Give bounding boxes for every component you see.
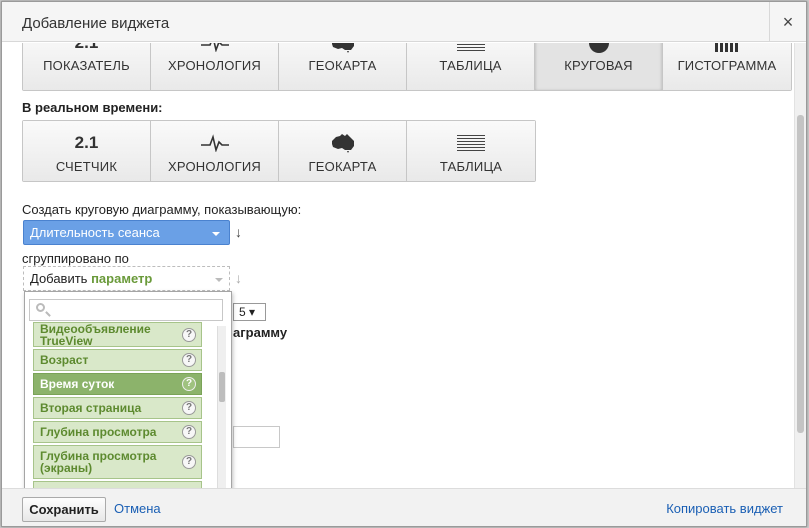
sort-arrow-icon: ↓: [235, 270, 242, 286]
search-icon: [36, 303, 45, 312]
list-item-selected[interactable]: Время суток ?: [33, 373, 202, 395]
content-scroll-thumb[interactable]: [797, 115, 804, 433]
type-table-button[interactable]: ТАБЛИЦА: [407, 43, 535, 90]
rt-timeline-button[interactable]: ХРОНОЛОГИЯ: [151, 121, 279, 181]
rt-counter-button[interactable]: 2.1 СЧЕТЧИК: [23, 121, 151, 181]
type-label: КРУГОВАЯ: [564, 58, 633, 73]
timeline-icon: [151, 132, 278, 154]
type-label: ТАБЛИЦА: [439, 159, 503, 174]
rt-table-button[interactable]: ТАБЛИЦА: [407, 121, 535, 181]
list-item[interactable]: Глубина просмотра (экраны) ?: [33, 445, 202, 479]
table-icon: [407, 43, 534, 54]
standard-widget-types: 2.1 ПОКАЗАТЕЛЬ ХРОНОЛОГИЯ ГЕОКАРТА ТАБЛИ…: [22, 43, 792, 91]
count-select-value: 5: [239, 305, 246, 319]
type-geomap-button[interactable]: ГЕОКАРТА: [279, 43, 407, 90]
dropdown-scrollbar[interactable]: [217, 326, 226, 488]
type-label: ГИСТОГРАММА: [677, 58, 777, 73]
counter-icon: 2.1: [74, 133, 99, 152]
type-timeline-button[interactable]: ХРОНОЛОГИЯ: [151, 43, 279, 90]
create-pie-label: Создать круговую диаграмму, показывающую…: [22, 202, 302, 217]
sort-arrow-icon[interactable]: ↓: [235, 224, 242, 240]
list-item[interactable]: Глубина просмотра ?: [33, 421, 202, 443]
metric-icon: 2.1: [23, 43, 150, 54]
dialog-titlebar: Добавление виджета ×: [2, 2, 806, 42]
metric-select[interactable]: Длительность сеанса: [23, 220, 230, 245]
list-item[interactable]: Видеообъявление TrueView ?: [33, 322, 202, 347]
dialog-title: Добавление виджета: [22, 15, 170, 32]
type-label: ГЕОКАРТА: [308, 58, 377, 73]
type-label: ХРОНОЛОГИЯ: [168, 58, 261, 73]
chevron-down-icon: [212, 232, 220, 236]
bar-icon: [663, 43, 791, 54]
type-label: СЧЕТЧИК: [55, 159, 118, 174]
geomap-icon: [279, 132, 406, 154]
type-label: ТАБЛИЦА: [439, 58, 502, 73]
close-icon[interactable]: ×: [769, 2, 806, 42]
dimension-select[interactable]: Добавить параметр: [23, 266, 230, 291]
add-widget-dialog: Добавление виджета × 2.1 ПОКАЗАТЕЛЬ ХРОН…: [1, 1, 807, 527]
realtime-heading: В реальном времени:: [22, 100, 163, 115]
list-item[interactable]: Вторая страница ?: [33, 397, 202, 419]
grouped-by-label: сгруппировано по: [22, 251, 129, 266]
chevron-down-icon: [215, 278, 223, 282]
pie-icon: [535, 43, 662, 54]
dialog-footer: Сохранить Отмена Копировать виджет: [2, 488, 806, 526]
dropdown-scroll-thumb[interactable]: [219, 372, 225, 402]
type-label: ГЕОКАРТА: [308, 159, 377, 174]
help-icon[interactable]: ?: [182, 455, 196, 469]
dimension-list: Видеообъявление TrueView ? Возраст ? Вре…: [33, 322, 202, 488]
help-icon[interactable]: ?: [182, 353, 196, 367]
type-histogram-button[interactable]: ГИСТОГРАММА: [663, 43, 791, 90]
type-metric-button[interactable]: 2.1 ПОКАЗАТЕЛЬ: [23, 43, 151, 90]
count-select[interactable]: 5 ▾: [233, 303, 266, 321]
dropdown-search-input[interactable]: [29, 299, 223, 321]
type-pie-button[interactable]: КРУГОВАЯ: [535, 43, 663, 90]
partial-option-text: аграмму: [233, 325, 288, 340]
cancel-link[interactable]: Отмена: [114, 501, 161, 516]
save-button[interactable]: Сохранить: [22, 497, 106, 522]
rt-geomap-button[interactable]: ГЕОКАРТА: [279, 121, 407, 181]
realtime-widget-types: 2.1 СЧЕТЧИК ХРОНОЛОГИЯ ГЕОКАРТА ТАБЛИЦА: [22, 120, 536, 182]
help-icon[interactable]: ?: [182, 425, 196, 439]
list-item[interactable]: Возраст ?: [33, 349, 202, 371]
metric-select-value: Длительность сеанса: [30, 225, 160, 240]
geomap-icon: [279, 43, 406, 54]
copy-widget-link[interactable]: Копировать виджет: [666, 501, 783, 516]
dimension-prefix: Добавить: [30, 271, 88, 286]
partial-input[interactable]: [233, 426, 280, 448]
dimension-placeholder: параметр: [91, 271, 153, 286]
dialog-content: 2.1 ПОКАЗАТЕЛЬ ХРОНОЛОГИЯ ГЕОКАРТА ТАБЛИ…: [2, 43, 796, 488]
help-icon[interactable]: ?: [182, 401, 196, 415]
help-icon[interactable]: ?: [182, 327, 196, 342]
type-label: ПОКАЗАТЕЛЬ: [43, 58, 130, 73]
timeline-icon: [151, 43, 278, 54]
dimension-dropdown: Видеообъявление TrueView ? Возраст ? Вре…: [24, 291, 232, 488]
help-icon[interactable]: ?: [182, 377, 196, 391]
type-label: ХРОНОЛОГИЯ: [168, 159, 261, 174]
table-icon: [407, 132, 535, 154]
content-scrollbar[interactable]: [794, 43, 806, 488]
list-item[interactable]: [33, 481, 202, 488]
